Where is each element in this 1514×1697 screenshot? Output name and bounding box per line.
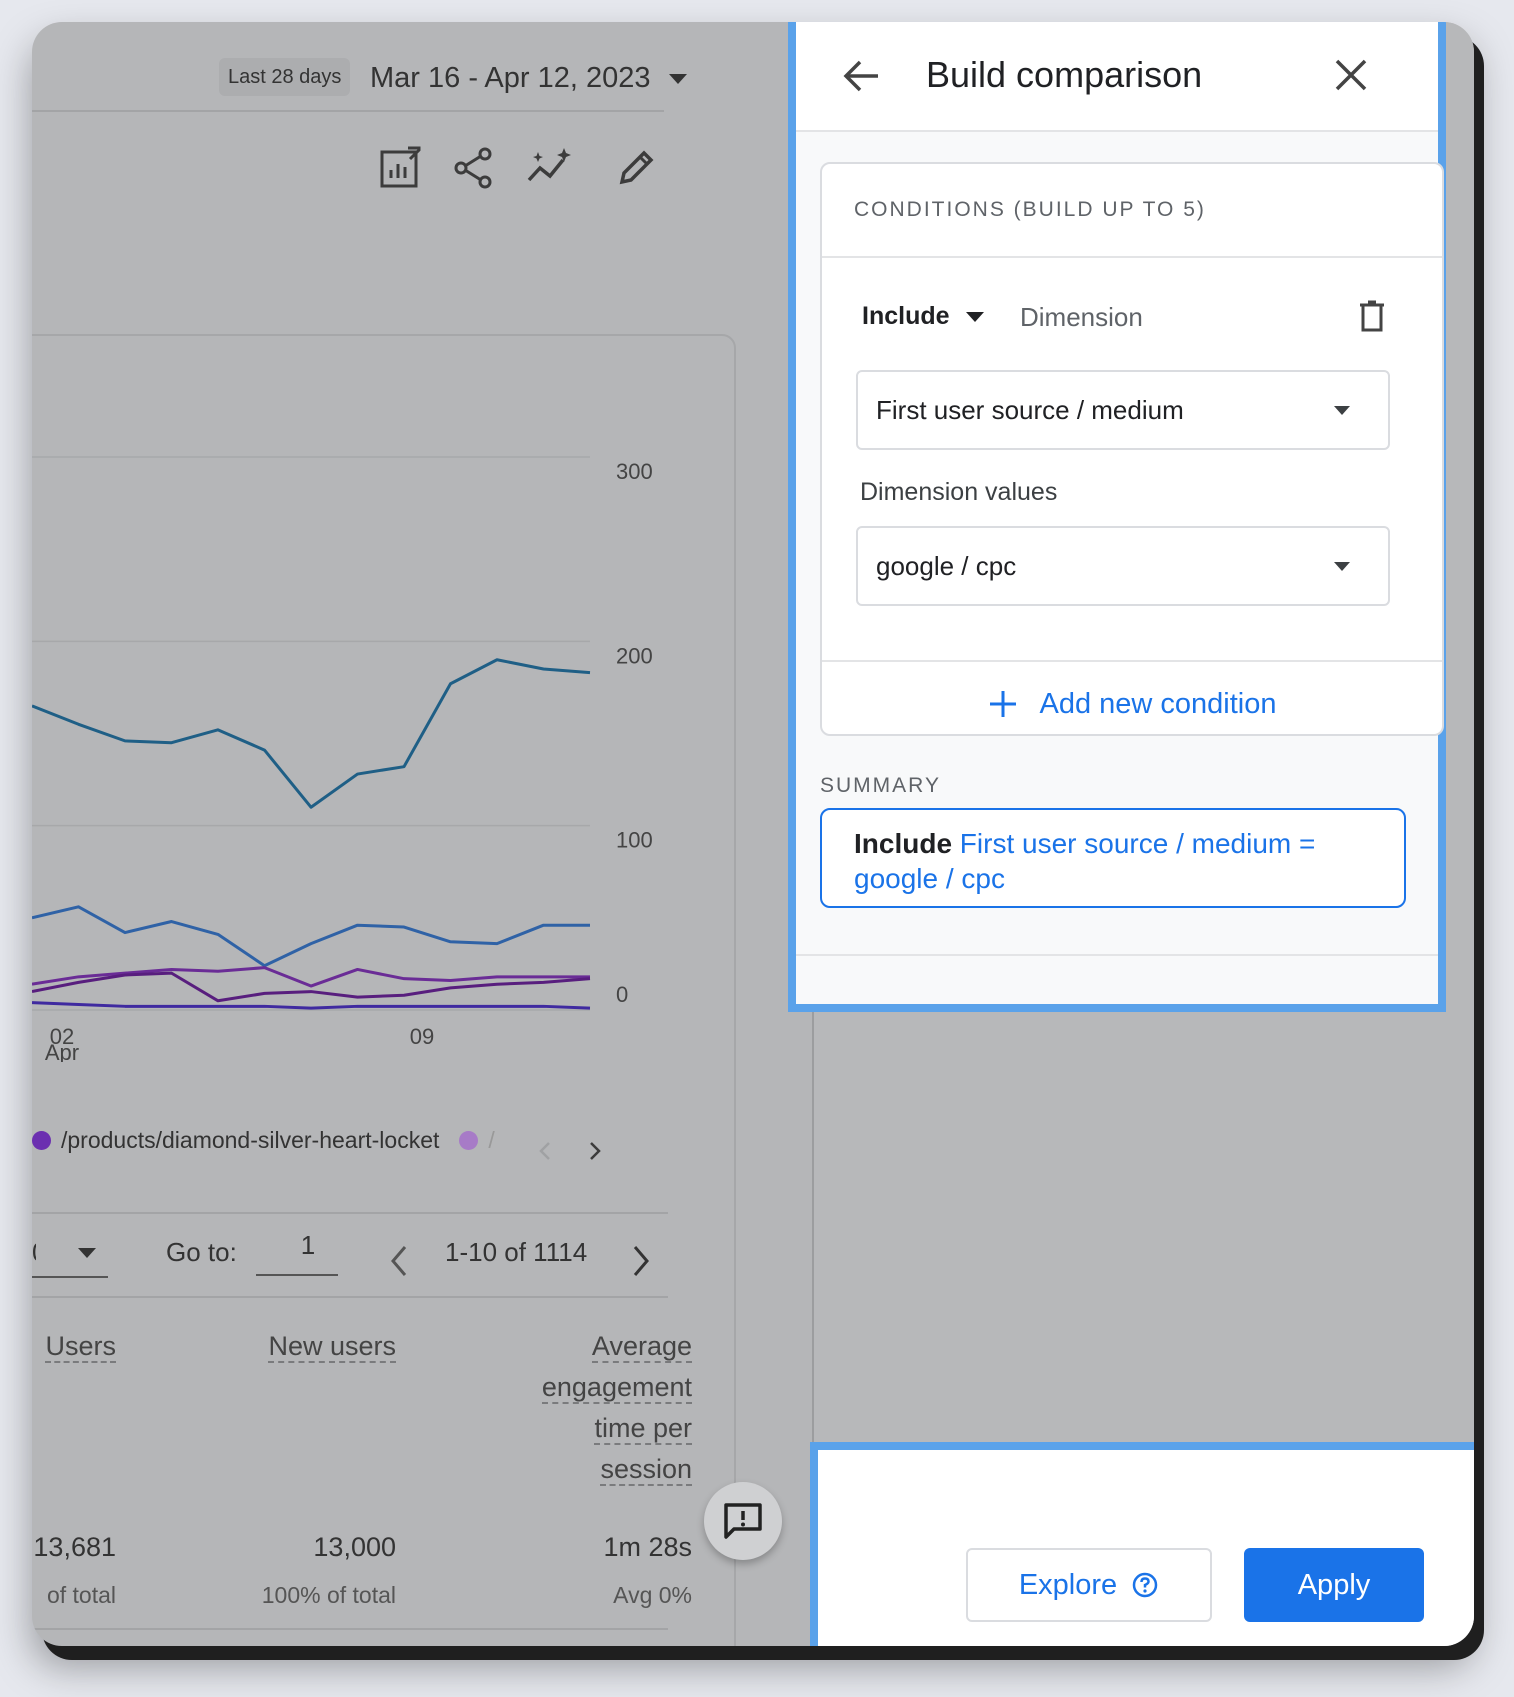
legend-item-label: /products/diamond-silver-heart-locket: [61, 1127, 440, 1153]
summary-include: Include: [854, 828, 953, 859]
column-header-label: Users: [45, 1331, 116, 1363]
panel-footer: Explore Apply: [810, 1442, 1474, 1646]
chevron-down-icon: [78, 1248, 96, 1258]
edit-icon[interactable]: [614, 146, 658, 190]
feedback-button[interactable]: [704, 1482, 782, 1560]
conditions-card: CONDITIONS (BUILD UP TO 5) Include Dimen…: [820, 162, 1444, 736]
x-tick-label: 09: [410, 1024, 434, 1049]
y-tick-label: 300: [616, 459, 653, 484]
explore-button[interactable]: Explore: [966, 1548, 1212, 1622]
total-new-users: 13,000: [313, 1532, 396, 1562]
total-new-users-sub: 100% of total: [261, 1582, 396, 1608]
back-arrow-icon[interactable]: [842, 56, 882, 96]
dimension-values-select[interactable]: google / cpc: [856, 526, 1390, 606]
rows-underline: [32, 1276, 108, 1278]
column-header-label: New users: [268, 1331, 396, 1363]
prev-page-icon[interactable]: [388, 1244, 410, 1278]
next-page-icon[interactable]: [630, 1244, 652, 1278]
add-condition-button[interactable]: Add new condition: [822, 674, 1442, 734]
chart-legend: /products/diamond-silver-heart-locket /: [32, 1127, 495, 1154]
plus-icon: [989, 691, 1016, 717]
goto-label: Go to:: [166, 1237, 237, 1267]
conditions-divider: [822, 660, 1442, 662]
legend-next-icon[interactable]: [588, 1140, 602, 1162]
chevron-down-icon: [668, 73, 687, 84]
dimension-select-value: First user source / medium: [876, 394, 1184, 425]
total-avg-engagement-sub: Avg 0%: [613, 1582, 692, 1608]
column-header-users[interactable]: Users: [32, 1326, 116, 1367]
rows-per-page-select[interactable]: 0: [32, 1237, 36, 1275]
dimension-values-label: Dimension values: [860, 478, 1058, 506]
close-icon[interactable]: [1334, 58, 1368, 92]
explore-label: Explore: [1018, 1568, 1118, 1601]
legend-item-label: /: [488, 1127, 495, 1153]
share-icon[interactable]: [452, 146, 496, 190]
column-header-label: time per: [594, 1413, 692, 1445]
table-divider: [32, 1628, 668, 1630]
panel-header: Build comparison: [796, 22, 1438, 132]
goto-input[interactable]: 1: [268, 1230, 348, 1261]
y-tick-label: 100: [616, 828, 653, 853]
header-divider: [32, 110, 664, 112]
column-header-new-users[interactable]: New users: [202, 1326, 396, 1367]
conditions-divider: [822, 256, 1442, 258]
dimension-select[interactable]: First user source / medium: [856, 370, 1390, 450]
panel-divider: [796, 954, 1438, 956]
chevron-down-icon: [965, 311, 984, 322]
chevron-down-icon: [1334, 405, 1350, 415]
conditions-title: CONDITIONS (BUILD UP TO 5): [854, 198, 1206, 221]
dimension-label: Dimension: [1020, 302, 1143, 332]
y-tick-label: 0: [616, 982, 628, 1007]
build-comparison-panel: Build comparison CONDITIONS (BUILD UP TO…: [788, 22, 1446, 1012]
help-icon: [1132, 1572, 1158, 1598]
legend-divider: [32, 1212, 668, 1214]
column-header-avg-engagement[interactable]: Average engagement time per session: [432, 1326, 692, 1490]
date-range-text: Mar 16 - Apr 12, 2023: [370, 62, 651, 94]
app-window: Last 28 days Mar 16 - Apr 12, 2023 300 20…: [32, 22, 1474, 1646]
line-chart: 300200100002Apr09: [32, 456, 653, 1062]
legend-dot: [459, 1131, 479, 1150]
total-avg-engagement: 1m 28s: [603, 1532, 692, 1562]
panel-title: Build comparison: [926, 54, 1203, 95]
pagination-range: 1-10 of 1114: [445, 1237, 588, 1267]
column-header-label: Average: [591, 1331, 692, 1363]
apply-button[interactable]: Apply: [1244, 1548, 1424, 1622]
x-tick-sublabel: Apr: [45, 1040, 79, 1062]
chevron-down-icon: [1334, 561, 1350, 571]
summary-box: Include First user source / medium = goo…: [820, 808, 1406, 908]
delete-icon[interactable]: [1358, 300, 1386, 332]
y-tick-label: 200: [616, 643, 653, 668]
series-line: [32, 1001, 591, 1010]
pagination-divider: [32, 1296, 668, 1298]
include-select[interactable]: Include: [862, 302, 984, 331]
date-range-chip-label: Last 28 days: [228, 65, 342, 88]
feedback-icon: [724, 1503, 762, 1539]
summary-label: SUMMARY: [820, 774, 941, 797]
date-range-chip[interactable]: Last 28 days: [219, 58, 351, 96]
add-condition-label: Add new condition: [1039, 687, 1277, 720]
series-line: [32, 658, 591, 809]
insights-icon[interactable]: [526, 146, 576, 190]
customize-report-icon[interactable]: [378, 146, 422, 190]
series-line: [32, 905, 590, 968]
column-header-label: engagement: [541, 1372, 692, 1404]
total-users-sub: of total: [46, 1582, 116, 1608]
rows-per-page-value: 0: [32, 1237, 36, 1268]
column-header-label: session: [600, 1454, 692, 1486]
legend-dot: [32, 1131, 51, 1150]
dimension-values-select-value: google / cpc: [876, 550, 1017, 581]
goto-underline: [256, 1274, 338, 1276]
total-users: 13,681: [33, 1532, 116, 1562]
date-range-picker[interactable]: Mar 16 - Apr 12, 2023: [370, 62, 687, 95]
include-label: Include: [862, 302, 950, 330]
legend-prev-icon[interactable]: [538, 1140, 552, 1162]
